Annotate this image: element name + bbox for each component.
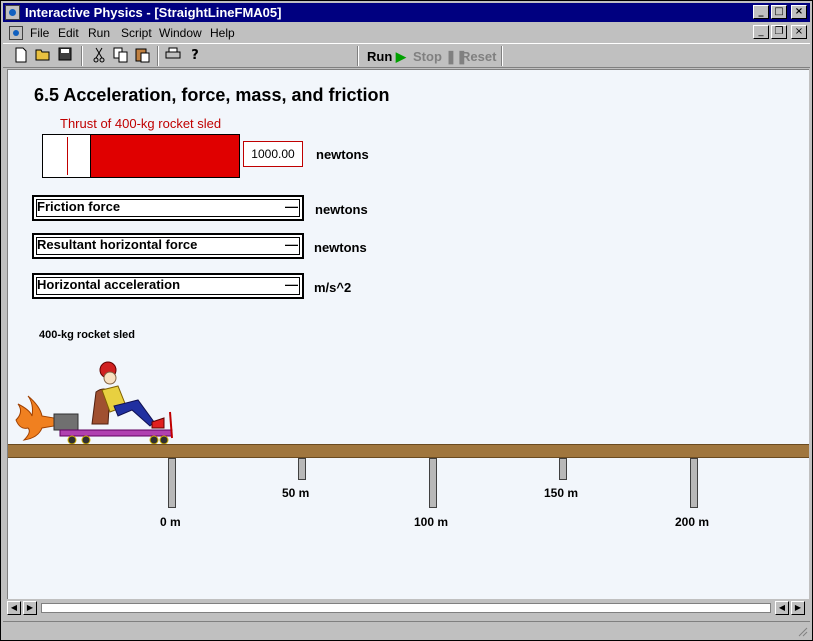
thrust-slider[interactable] xyxy=(42,134,240,178)
slider-thumb[interactable] xyxy=(67,137,68,175)
open-icon[interactable] xyxy=(33,47,53,65)
resultant-force-unit: newtons xyxy=(314,240,367,255)
window-title: Interactive Physics - [StraightLineFMA05… xyxy=(25,5,282,20)
meter-value: — xyxy=(285,237,298,252)
meter-value: — xyxy=(285,199,298,214)
status-bar xyxy=(3,621,810,639)
meter-label: Friction force xyxy=(37,199,121,214)
distance-label-200: 200 m xyxy=(675,515,710,529)
distance-marker-150 xyxy=(559,458,567,480)
app-icon[interactable] xyxy=(5,5,20,20)
distance-label-0: 0 m xyxy=(160,515,181,529)
run-button[interactable]: Run ▶ xyxy=(367,49,406,65)
document-icon[interactable] xyxy=(9,26,23,40)
toolbar: ? Run ▶ Stop ❚❚ Reset xyxy=(3,43,810,68)
thrust-label: Thrust of 400-kg rocket sled xyxy=(60,116,222,131)
sled-label: 400-kg rocket sled xyxy=(39,329,135,341)
menu-edit[interactable]: Edit xyxy=(58,26,79,40)
scroll-left-start-icon[interactable]: ◀ xyxy=(7,601,21,615)
scroll-right-end-icon[interactable]: ▶ xyxy=(791,601,805,615)
toolbar-separator xyxy=(81,46,83,66)
new-icon[interactable] xyxy=(11,47,31,65)
horizontal-acceleration-unit: m/s^2 xyxy=(314,280,352,295)
distance-marker-100 xyxy=(429,458,437,508)
distance-marker-200 xyxy=(690,458,698,508)
app-window: Interactive Physics - [StraightLineFMA05… xyxy=(0,0,813,641)
scroll-right-icon[interactable]: ◀ xyxy=(775,601,789,615)
scroll-track[interactable] xyxy=(41,603,771,613)
ground-track xyxy=(8,444,809,458)
menu-help[interactable]: Help xyxy=(210,26,235,40)
slider-fill xyxy=(91,135,239,177)
doc-minimize-button[interactable]: _ xyxy=(753,25,769,39)
run-label: Run xyxy=(367,49,393,64)
resultant-force-meter[interactable]: Resultant horizontal force — xyxy=(32,233,304,259)
stop-label: Stop xyxy=(413,49,442,64)
cut-icon[interactable] xyxy=(89,47,109,65)
doc-close-button[interactable]: × xyxy=(791,25,807,39)
simulation-canvas[interactable]: 6.5 Acceleration, force, mass, and frict… xyxy=(7,69,809,599)
page-title: 6.5 Acceleration, force, mass, and frict… xyxy=(34,85,390,105)
horizontal-scrollbar[interactable]: ◀ ▶ ◀ ▶ xyxy=(7,600,809,617)
meter-value: — xyxy=(285,277,298,292)
help-icon[interactable]: ? xyxy=(185,47,205,65)
play-icon: ▶ xyxy=(395,49,406,64)
reset-button[interactable]: Reset xyxy=(461,49,496,64)
menu-run[interactable]: Run xyxy=(88,26,110,40)
distance-marker-50 xyxy=(298,458,306,480)
meter-label: Horizontal acceleration xyxy=(37,277,181,292)
distance-marker-0 xyxy=(168,458,176,508)
horizontal-acceleration-meter[interactable]: Horizontal acceleration — xyxy=(32,273,304,299)
print-icon[interactable] xyxy=(163,47,183,65)
toolbar-separator xyxy=(157,46,159,66)
paste-icon[interactable] xyxy=(133,47,153,65)
distance-label-50: 50 m xyxy=(282,486,310,500)
menu-file[interactable]: File xyxy=(30,26,49,40)
stop-button[interactable]: Stop ❚❚ xyxy=(413,49,467,65)
toolbar-separator xyxy=(501,46,503,66)
distance-label-150: 150 m xyxy=(544,486,579,500)
toolbar-separator xyxy=(357,46,359,66)
meter-label: Resultant horizontal force xyxy=(37,237,198,252)
friction-force-unit: newtons xyxy=(315,202,368,217)
thrust-value-field[interactable]: 1000.00 xyxy=(243,141,303,167)
menu-window[interactable]: Window xyxy=(159,26,202,40)
menu-script[interactable]: Script xyxy=(121,26,152,40)
distance-label-100: 100 m xyxy=(414,515,449,529)
maximize-button[interactable]: □ xyxy=(771,5,787,19)
scroll-left-icon[interactable]: ▶ xyxy=(23,601,37,615)
menu-bar: File Edit Run Script Window Help _ ❐ × xyxy=(3,23,810,42)
resize-grip-icon[interactable] xyxy=(796,625,808,637)
copy-icon[interactable] xyxy=(111,47,131,65)
doc-restore-button[interactable]: ❐ xyxy=(771,25,787,39)
minimize-button[interactable]: _ xyxy=(753,5,769,19)
title-bar[interactable]: Interactive Physics - [StraightLineFMA05… xyxy=(3,3,810,22)
friction-force-meter[interactable]: Friction force — xyxy=(32,195,304,221)
close-button[interactable]: × xyxy=(791,5,807,19)
save-icon[interactable] xyxy=(55,47,75,65)
rocket-sled-icon[interactable] xyxy=(14,356,174,448)
thrust-unit: newtons xyxy=(316,147,369,162)
